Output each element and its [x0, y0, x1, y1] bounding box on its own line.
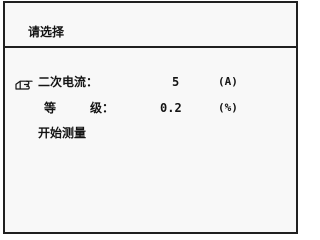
- accuracy-grade-unit: (%): [218, 101, 238, 114]
- secondary-current-label: 二次电流：: [38, 75, 99, 89]
- secondary-current-value: 5: [172, 75, 180, 89]
- accuracy-grade-value: 0.2: [160, 101, 182, 115]
- dialog-header: 请选择: [5, 3, 296, 48]
- accuracy-grade-label-first-char: 等: [44, 101, 57, 115]
- menu-item-accuracy-grade[interactable]: 等 级： 0.2 (%): [5, 100, 296, 118]
- menu-item-start-measurement[interactable]: 开始测量: [5, 125, 296, 143]
- accuracy-grade-label: 等 级：: [38, 101, 114, 115]
- menu-item-secondary-current[interactable]: 二次电流： 5 (A): [5, 74, 296, 92]
- secondary-current-unit: (A): [218, 75, 238, 88]
- dialog-title: 请选择: [28, 25, 65, 39]
- start-measurement-label: 开始测量: [38, 126, 87, 140]
- accuracy-grade-label-second-char: 级：: [90, 101, 115, 115]
- instrument-display-panel: 请选择 二次电流： 5 (A) 等 级： 0.2 (%) 开始测量: [3, 1, 298, 234]
- pointing-hand-icon: [15, 80, 33, 90]
